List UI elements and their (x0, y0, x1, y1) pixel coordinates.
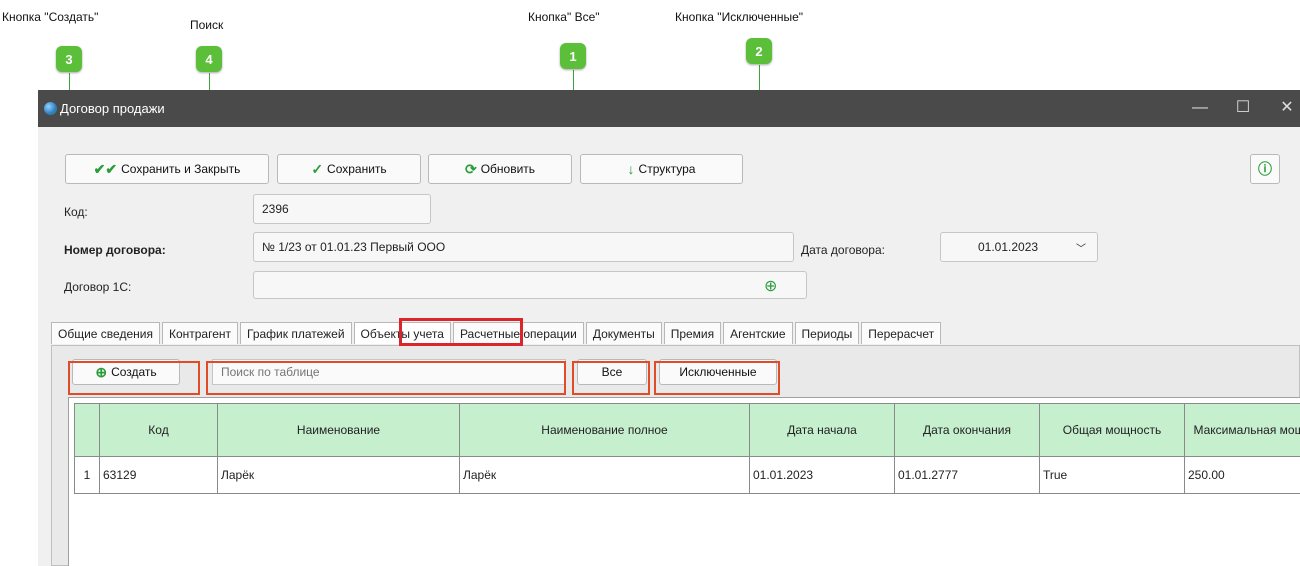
row-number-header (74, 403, 100, 457)
contract-1c-field[interactable] (253, 271, 807, 299)
tab-agency[interactable]: Агентские (723, 322, 793, 344)
minimize-button[interactable]: — (1185, 96, 1215, 120)
table-cell[interactable]: 01.01.2777 (894, 456, 1040, 494)
callout-label-excluded: Кнопка "Исключенные" (675, 10, 804, 24)
tab-documents[interactable]: Документы (585, 322, 662, 344)
save-and-close-button[interactable]: ✔✔ Сохранить и Закрыть (65, 154, 269, 184)
table-cell[interactable]: Ларёк (217, 456, 460, 494)
info-button[interactable]: ⓘ (1250, 154, 1280, 184)
highlight-all-button (572, 361, 650, 395)
highlight-create-button (68, 361, 200, 395)
contract-date-value: 01.01.2023 (978, 240, 1039, 254)
contract-1c-label: Договор 1С: (64, 280, 132, 294)
callout-badge-excluded: 2 (746, 38, 772, 64)
column-header[interactable]: Максимальная мощность (1184, 403, 1300, 457)
refresh-label: Обновить (480, 162, 536, 176)
tab-general[interactable]: Общие сведения (51, 322, 160, 344)
contract-window: Договор продажи — ☐ ✕ ✔✔ Сохранить и Зак… (38, 90, 1300, 566)
double-check-icon: ✔✔ (93, 160, 118, 177)
table-header-row: Код Наименование Наименование полное Дат… (74, 403, 1300, 457)
window-title: Договор продажи (60, 101, 165, 116)
callout-label-search: Поиск (190, 18, 224, 32)
refresh-button[interactable]: ⟳ Обновить (428, 154, 572, 184)
column-header[interactable]: Наименование полное (459, 403, 750, 457)
objects-table-container: Код Наименование Наименование полное Дат… (68, 397, 1300, 566)
row-number: 1 (74, 456, 100, 494)
title-bar: Договор продажи — ☐ ✕ (38, 90, 1300, 127)
column-header[interactable]: Код (99, 403, 218, 457)
open-link-arrow-icon[interactable]: ⊕ (764, 276, 777, 296)
callout-badge-all: 1 (560, 43, 586, 69)
table-cell[interactable]: True (1039, 456, 1185, 494)
tab-bonus[interactable]: Премия (663, 322, 722, 344)
download-arrow-icon: ↓ (627, 161, 635, 177)
highlight-excluded-button (654, 361, 780, 395)
code-field[interactable]: 2396 (253, 194, 431, 224)
check-icon: ✓ (311, 160, 324, 177)
table-cell[interactable]: 250.00 (1184, 456, 1300, 494)
highlight-accounting-objects-tab (399, 318, 523, 346)
close-button[interactable]: ✕ (1272, 96, 1300, 120)
callout-label-create: Кнопка "Создать" (2, 10, 99, 24)
info-icon: ⓘ (1258, 161, 1272, 177)
tab-recalculation[interactable]: Перерасчет (861, 322, 942, 344)
save-label: Сохранить (327, 162, 387, 176)
save-and-close-label: Сохранить и Закрыть (121, 162, 241, 176)
callout-label-all: Кнопка" Все" (528, 10, 600, 24)
table-cell[interactable]: 63129 (99, 456, 218, 494)
highlight-search-input (206, 361, 566, 395)
callout-badge-create: 3 (56, 46, 82, 72)
tab-payment-schedule[interactable]: График платежей (240, 322, 352, 344)
structure-button[interactable]: ↓ Структура (580, 154, 743, 184)
save-button[interactable]: ✓ Сохранить (277, 154, 421, 184)
objects-table: Код Наименование Наименование полное Дат… (74, 403, 1300, 494)
structure-label: Структура (638, 162, 696, 176)
table-cell[interactable]: Ларёк (459, 456, 750, 494)
tab-periods[interactable]: Периоды (794, 322, 860, 344)
maximize-button[interactable]: ☐ (1228, 96, 1258, 120)
contract-number-field[interactable]: № 1/23 от 01.01.23 Первый ООО (253, 232, 794, 262)
table-cell[interactable]: 01.01.2023 (749, 456, 895, 494)
contract-date-picker[interactable]: 01.01.2023 ﹀ (940, 232, 1098, 262)
tab-counterparty[interactable]: Контрагент (161, 322, 238, 344)
callout-badge-search: 4 (196, 46, 222, 72)
chevron-down-icon[interactable]: ﹀ (1076, 240, 1086, 255)
column-header[interactable]: Общая мощность (1039, 403, 1185, 457)
refresh-icon: ⟳ (464, 160, 477, 177)
column-header[interactable]: Дата начала (749, 403, 895, 457)
app-globe-icon (44, 102, 57, 115)
code-label: Код: (64, 205, 88, 219)
column-header[interactable]: Наименование (217, 403, 460, 457)
table-row[interactable]: 1 63129 Ларёк Ларёк 01.01.2023 01.01.277… (74, 456, 1300, 494)
contract-date-label: Дата договора: (801, 243, 885, 257)
contract-number-label: Номер договора: (64, 243, 166, 257)
column-header[interactable]: Дата окончания (894, 403, 1040, 457)
